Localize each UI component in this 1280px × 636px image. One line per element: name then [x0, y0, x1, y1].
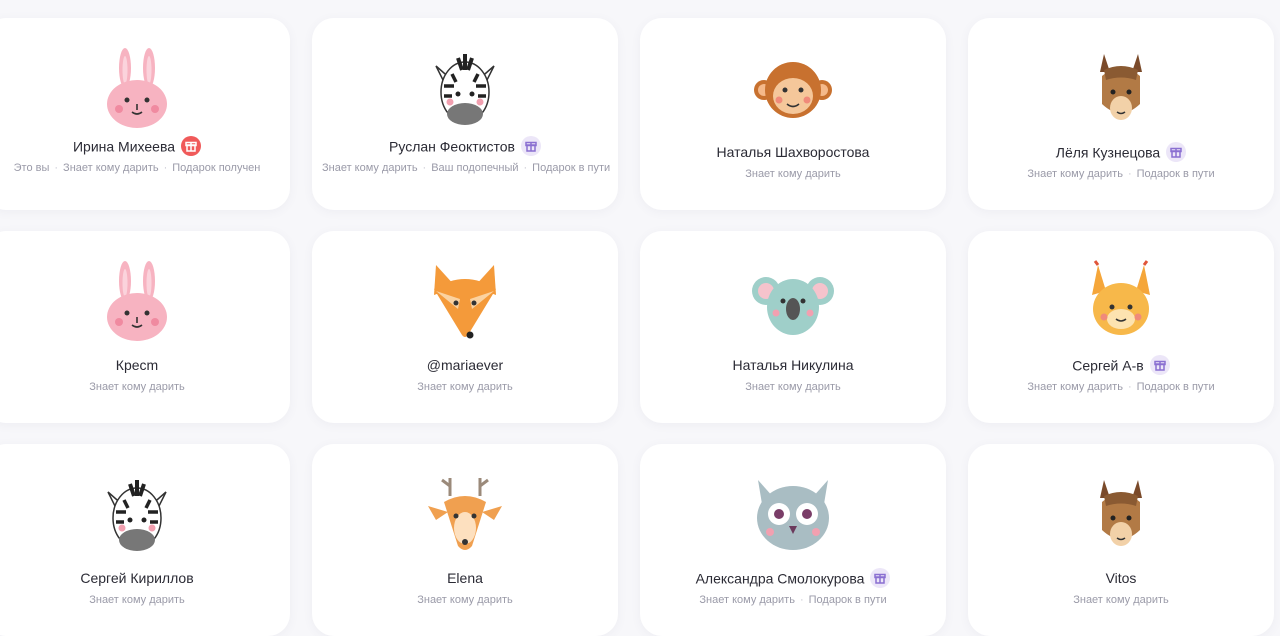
zebra-avatar-icon	[94, 472, 180, 558]
participant-name-row: Ирина Михеева	[0, 136, 290, 158]
participant-status-tags: Знает кому дарить · Ваш подопечный · Подарок…	[322, 160, 611, 177]
status-tag: Подарок в пути	[1136, 381, 1215, 393]
tag-separator: ·	[799, 594, 804, 606]
llama-avatar-icon	[1078, 472, 1164, 558]
status-tag: Знает кому дарить	[1073, 594, 1169, 606]
participant-name-row: Лёля Кузнецова	[968, 142, 1274, 164]
status-tag: Подарок получен	[172, 162, 261, 174]
participant-status-tags: Знает кому дарить · Подарок в пути	[650, 592, 936, 609]
participant-status-tags: Знает кому дарить · Подарок в пути	[978, 379, 1264, 396]
participant-status-tags: Знает кому дарить	[650, 166, 936, 183]
participant-card[interactable]: Александра Смолокурова Знает кому дарить ·…	[640, 444, 946, 636]
participant-status-tags: Это вы · Знает кому дарить · Подарок получен	[0, 160, 280, 177]
participant-name: Vitos	[1105, 570, 1137, 586]
participant-status-tags: Знает кому дарить · Подарок в пути	[978, 166, 1264, 183]
tag-separator: ·	[1127, 168, 1132, 180]
participant-name-row: Кресm	[0, 357, 290, 373]
participant-status-tags: Знает кому дарить	[978, 592, 1264, 609]
participant-card[interactable]: Сергей А-в Знает кому дарить · Подарок в пу…	[968, 231, 1274, 423]
participant-name-row: Vitos	[968, 570, 1274, 586]
tag-separator: ·	[54, 162, 59, 174]
participant-name-row: Александра Смолокурова	[640, 568, 946, 590]
participant-card[interactable]: Сергей Кириллов Знает кому дарить	[0, 444, 290, 636]
participant-name: Лёля Кузнецова	[1055, 144, 1161, 161]
tag-separator: ·	[1127, 381, 1132, 393]
squirrel-avatar-icon	[1078, 259, 1164, 345]
participant-status-tags: Знает кому дарить	[0, 379, 280, 396]
participant-name: Ирина Михеева	[72, 138, 176, 155]
bunny-avatar-icon	[94, 46, 180, 132]
status-tag: Знает кому дарить	[417, 381, 513, 393]
deer-avatar-icon	[422, 472, 508, 558]
participant-name: Александра Смолокурова	[695, 570, 865, 587]
llama-avatar-icon	[1078, 46, 1164, 132]
participant-name: @mariaever	[426, 357, 504, 373]
participant-name-row: @mariaever	[312, 357, 618, 373]
koala-avatar-icon	[750, 259, 836, 345]
participant-card[interactable]: Наталья Никулина Знает кому дарить	[640, 231, 946, 423]
status-tag: Знает кому дарить	[417, 594, 513, 606]
tag-separator: ·	[422, 162, 427, 174]
gift-icon	[520, 136, 541, 156]
status-tag: Знает кому дарить	[699, 594, 795, 606]
owl-avatar-icon	[750, 472, 836, 558]
gift-icon	[181, 136, 202, 156]
status-tag: Знает кому дарить	[1027, 381, 1123, 393]
fox-avatar-icon	[422, 259, 508, 345]
participant-card[interactable]: Vitos Знает кому дарить	[968, 444, 1274, 636]
tag-separator: ·	[163, 162, 168, 174]
status-tag: Ваш подопечный	[431, 162, 519, 174]
monkey-avatar-icon	[750, 46, 836, 132]
status-tag: Знает кому дарить	[63, 162, 159, 174]
participant-name: Руслан Феоктистов	[389, 138, 515, 155]
gift-icon	[1149, 355, 1170, 375]
participant-name: Наталья Никулина	[732, 357, 854, 373]
status-tag: Знает кому дарить	[745, 381, 841, 393]
participant-name-row: Руслан Феоктистов	[312, 136, 618, 158]
participant-card[interactable]: Кресm Знает кому дарить	[0, 231, 290, 423]
participant-name-row: Наталья Никулина	[640, 357, 946, 373]
participant-status-tags: Знает кому дарить	[0, 592, 280, 609]
gift-icon	[870, 568, 891, 588]
participant-name-row: Наталья Шахворостова	[640, 144, 946, 160]
status-tag: Знает кому дарить	[745, 168, 841, 180]
participant-card[interactable]: Ирина Михеева Это вы · Знает кому дарить · По…	[0, 18, 290, 210]
participant-name-row: Сергей А-в	[968, 355, 1274, 377]
participant-status-tags: Знает кому дарить	[650, 379, 936, 396]
gift-icon	[1166, 142, 1187, 162]
status-tag: Подарок в пути	[532, 162, 611, 174]
participant-name-row: Сергей Кириллов	[0, 570, 290, 586]
status-tag: Подарок в пути	[1136, 168, 1215, 180]
participant-card[interactable]: Наталья Шахворостова Знает кому дарить	[640, 18, 946, 210]
status-tag: Это вы	[13, 162, 50, 174]
participant-name: Кресm	[115, 357, 159, 373]
status-tag: Знает кому дарить	[1027, 168, 1123, 180]
participant-status-tags: Знает кому дарить	[322, 379, 608, 396]
status-tag: Подарок в пути	[808, 594, 887, 606]
status-tag: Знает кому дарить	[322, 162, 418, 174]
participant-name: Elena	[447, 570, 483, 586]
participant-card[interactable]: Лёля Кузнецова Знает кому дарить · Подарок …	[968, 18, 1274, 210]
status-tag: Знает кому дарить	[89, 594, 185, 606]
participant-name: Сергей А-в	[1072, 357, 1144, 374]
zebra-avatar-icon	[422, 46, 508, 132]
participant-card[interactable]: @mariaever Знает кому дарить	[312, 231, 618, 423]
participant-name-row: Elena	[312, 570, 618, 586]
status-tag: Знает кому дарить	[89, 381, 185, 393]
participant-card[interactable]: Elena Знает кому дарить	[312, 444, 618, 636]
participant-name: Сергей Кириллов	[80, 570, 194, 586]
participant-name: Наталья Шахворостова	[716, 144, 870, 160]
participant-status-tags: Знает кому дарить	[322, 592, 608, 609]
participant-card[interactable]: Руслан Феоктистов Знает кому дарить · Ваш п…	[312, 18, 618, 210]
tag-separator: ·	[523, 162, 528, 174]
bunny-avatar-icon	[94, 259, 180, 345]
